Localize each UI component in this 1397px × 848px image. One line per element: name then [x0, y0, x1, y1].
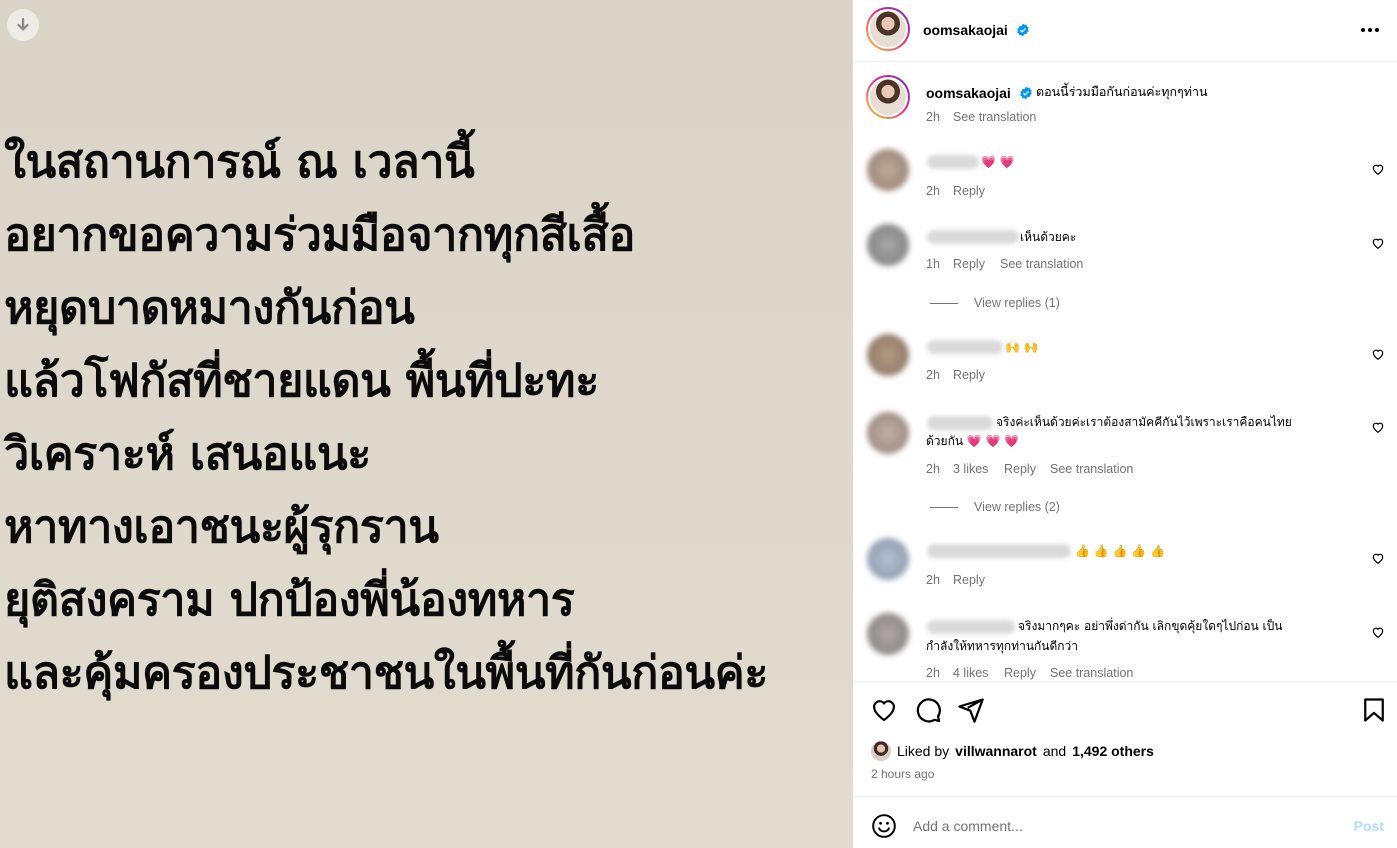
save-bookmark-icon[interactable]: [1360, 696, 1388, 724]
comment-time[interactable]: 2h: [926, 666, 940, 680]
likes-summary[interactable]: Liked by villwannarot and 1,492 others: [871, 741, 1154, 761]
comment-text: 💗 💗: [981, 155, 1015, 169]
commenter-avatar[interactable]: [867, 613, 909, 655]
commenter-username-blurred[interactable]: [927, 620, 1015, 634]
add-comment-bar: Post: [853, 796, 1397, 848]
download-arrow-icon: [17, 17, 29, 31]
share-send-icon[interactable]: [957, 696, 985, 724]
reply-button[interactable]: Reply: [953, 257, 985, 271]
verified-badge-icon: [1017, 23, 1029, 37]
post-text-line: ยุติสงคราม ปกป้องพี่น้องทหาร: [4, 573, 575, 626]
more-options-icon: [1361, 28, 1365, 32]
post-timestamp[interactable]: 2 hours ago: [871, 767, 934, 781]
post-side-panel: oomsakaojai oomsakaojai ตอนนี้ร่วมมือกัน…: [852, 0, 1397, 848]
caption-text: ตอนนี้ร่วมมือกันก่อนค่ะทุกๆท่าน: [1036, 84, 1208, 99]
reply-button[interactable]: Reply: [953, 368, 985, 382]
post-image-text: ในสถานการณ์ ณ เวลานี้ อยากขอความร่วมมือจ…: [4, 125, 768, 709]
post-text-line: อยากขอความร่วมมือจากทุกสีเสื้อ: [4, 208, 635, 261]
view-replies-label: View replies (1): [974, 296, 1060, 310]
author-avatar[interactable]: [866, 7, 910, 51]
like-comment-heart-icon[interactable]: [1371, 162, 1385, 176]
comment-input[interactable]: [913, 811, 1333, 841]
post-text-line: หยุดบาดหมางกันก่อน: [4, 281, 415, 334]
commenter-username-blurred[interactable]: [927, 155, 979, 169]
like-comment-heart-icon[interactable]: [1371, 420, 1385, 434]
comment-time[interactable]: 1h: [926, 257, 940, 271]
author-username[interactable]: oomsakaojai: [923, 22, 1008, 38]
post-image: ในสถานการณ์ ณ เวลานี้ อยากขอความร่วมมือจ…: [0, 0, 852, 848]
comment-text-line1: จริงค่ะเห็นด้วยค่ะเราต้องสามัคคีกันไว้เพ…: [996, 415, 1292, 429]
post-header: oomsakaojai: [853, 0, 1397, 62]
like-comment-heart-icon[interactable]: [1371, 236, 1385, 250]
see-translation-link[interactable]: See translation: [1000, 257, 1083, 271]
commenter-username-blurred[interactable]: [927, 544, 1071, 558]
liked-and-label: and: [1042, 743, 1067, 759]
likes-others-count[interactable]: 1,492 others: [1072, 743, 1154, 759]
commenter-avatar[interactable]: [867, 334, 909, 376]
caption-avatar[interactable]: [866, 75, 910, 119]
reply-button[interactable]: Reply: [1004, 666, 1036, 680]
commenter-avatar[interactable]: [867, 538, 909, 580]
like-comment-heart-icon[interactable]: [1371, 551, 1385, 565]
more-options-button[interactable]: [1358, 18, 1382, 42]
commenter-avatar[interactable]: [867, 149, 909, 191]
like-comment-heart-icon[interactable]: [1371, 625, 1385, 639]
download-button[interactable]: [7, 9, 39, 41]
like-heart-icon[interactable]: [870, 696, 898, 724]
liker-avatar: [871, 741, 891, 761]
comment-time[interactable]: 2h: [926, 368, 940, 382]
post-text-line: ในสถานการณ์ ณ เวลานี้: [4, 135, 475, 188]
view-replies-label: View replies (2): [974, 500, 1060, 514]
comment-text-line2: กำลังให้ทหารทุกท่านกันดีกว่า: [926, 639, 1079, 653]
comment-time[interactable]: 2h: [926, 184, 940, 198]
commenter-avatar[interactable]: [867, 412, 909, 454]
see-translation-link[interactable]: See translation: [1050, 666, 1133, 680]
like-comment-heart-icon[interactable]: [1371, 347, 1385, 361]
see-translation-link[interactable]: See translation: [953, 110, 1036, 124]
verified-badge-icon: [1020, 86, 1032, 100]
commenter-username-blurred[interactable]: [927, 416, 993, 430]
comment-likes[interactable]: 3 likes: [953, 462, 988, 476]
reply-button[interactable]: Reply: [953, 184, 985, 198]
view-replies-button[interactable]: View replies (2): [930, 500, 1060, 514]
comment-likes[interactable]: 4 likes: [953, 666, 988, 680]
reply-button[interactable]: Reply: [953, 573, 985, 587]
post-text-line: และคุ้มครองประชาชนในพื้นที่กันก่อนค่ะ: [4, 646, 768, 699]
emoji-icon[interactable]: [871, 813, 897, 839]
liker-username[interactable]: villwannarot: [955, 743, 1037, 759]
post-text-line: แล้วโฟกัสที่ชายแดน พื้นที่ปะทะ: [4, 354, 599, 407]
caption-time[interactable]: 2h: [926, 110, 940, 124]
post-text-line: วิเคราะห์ เสนอแนะ: [4, 427, 371, 480]
commenter-avatar[interactable]: [867, 224, 909, 266]
reply-button[interactable]: Reply: [1004, 462, 1036, 476]
commenter-username-blurred[interactable]: [927, 230, 1019, 244]
comment-text: 🙌 🙌: [1005, 340, 1039, 354]
commenter-username-blurred[interactable]: [927, 340, 1003, 354]
liked-by-label: Liked by: [897, 743, 950, 759]
post-text-line: หาทางเอาชนะผู้รุกราน: [4, 500, 439, 553]
comment-time[interactable]: 2h: [926, 462, 940, 476]
comment-time[interactable]: 2h: [926, 573, 940, 587]
view-replies-button[interactable]: View replies (1): [930, 296, 1060, 310]
post-actions: Liked by villwannarot and 1,492 others 2…: [853, 681, 1397, 796]
post-comment-button[interactable]: Post: [1354, 818, 1384, 834]
caption-username[interactable]: oomsakaojai: [926, 85, 1011, 101]
comment-bubble-icon[interactable]: [914, 696, 942, 724]
comment-text-line1: จริงมากๆคะ อย่าพึ่งด่ากัน เลิกขุดคุ้ยใดๆ…: [1018, 619, 1283, 633]
comment-text: เห็นด้วยคะ: [1020, 230, 1077, 244]
comment-text: 👍 👍 👍 👍 👍: [1075, 544, 1165, 558]
see-translation-link[interactable]: See translation: [1050, 462, 1133, 476]
comment-text-line2: ด้วยกัน 💗 💗 💗: [926, 434, 1020, 448]
